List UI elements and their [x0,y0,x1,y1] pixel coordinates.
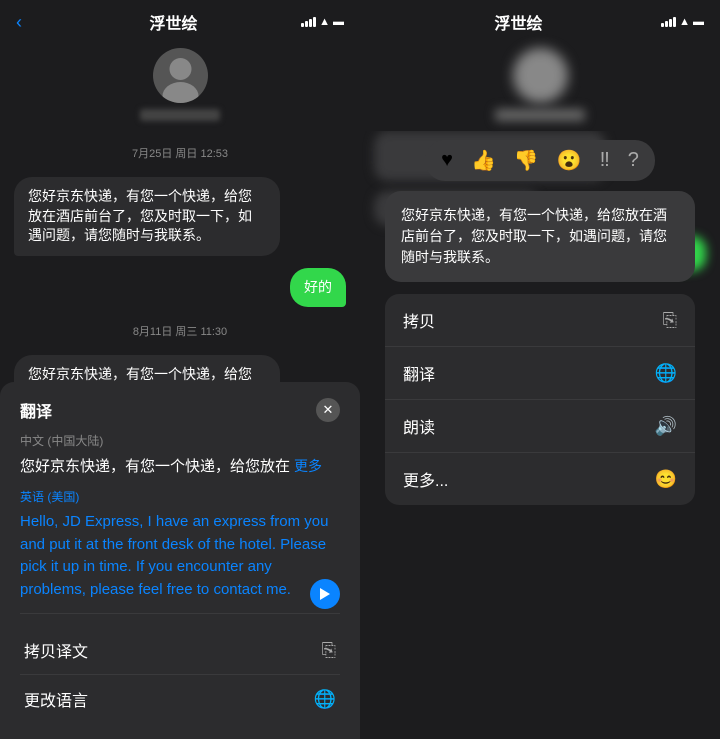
more-link[interactable]: 更多 [294,458,322,474]
react-heart[interactable]: ♥ [441,149,453,172]
timestamp-2: 8月11日 周三 11:30 [14,323,346,339]
back-button[interactable]: ‹ [16,12,46,33]
bottom-menu: 拷贝译文 ⎘ 更改语言 🌐 [20,613,340,723]
left-title: 浮世绘 [46,10,301,34]
avatar [153,48,208,103]
context-overlay: ♥ 👍 👎 😮 ‼ ? 您好京东快递，有您一个快递，给您放在酒店前台了，您及时取… [360,0,720,739]
wifi-icon: ▲ [319,16,330,28]
translate-icon: 🌐 [314,689,336,710]
left-panel: ‹ 浮世绘 ▲ ▬ 7月25日 周日 12:53 您好京东快 [0,0,360,739]
context-menu: 拷贝 ⎘ 翻译 🌐 朗读 🔊 更多... 😊 [385,294,695,505]
message-incoming-1: 您好京东快递，有您一个快递，给您放在酒店前台了，您及时取一下，如遇问题，请您随时… [14,177,280,256]
battery-icon: ▬ [333,16,344,28]
signal-icon [301,17,316,27]
target-language-label: 英语 (美国) [20,488,340,505]
source-text: 您好京东快递，有您一个快递，给您放在更多 [20,455,340,476]
copy-menu-icon: ⎘ [663,310,677,331]
highlighted-message: 您好京东快递，有您一个快递，给您放在酒店前台了，您及时取一下，如遇问题，请您随时… [385,191,695,282]
source-language-label: 中文 (中国大陆) [20,432,340,449]
timestamp-1: 7月25日 周日 12:53 [14,145,346,161]
left-header [0,40,360,131]
copy-translation-button[interactable]: 拷贝译文 ⎘ [20,626,340,675]
left-status-bar: ‹ 浮世绘 ▲ ▬ [0,0,360,40]
speak-menu-icon: 🔊 [655,416,677,437]
translate-menu-item[interactable]: 翻译 🌐 [385,347,695,400]
change-language-button[interactable]: 更改语言 🌐 [20,675,340,723]
more-menu-item[interactable]: 更多... 😊 [385,453,695,505]
reaction-bar: ♥ 👍 👎 😮 ‼ ? [425,140,655,181]
react-exclamation[interactable]: ‼ [600,149,610,172]
translation-panel: 翻译 ✕ 中文 (中国大陆) 您好京东快递，有您一个快递，给您放在更多 英语 (… [0,382,360,739]
message-outgoing-1: 好的 [290,268,346,308]
more-menu-icon: 😊 [655,469,677,490]
close-translation-button[interactable]: ✕ [316,398,340,422]
right-panel: 浮世绘 ▲ ▬ ♥ 👍 👎 😮 ‼ ? [360,0,720,739]
copy-menu-item[interactable]: 拷贝 ⎘ [385,294,695,347]
react-question[interactable]: ? [628,149,639,172]
target-text: Hello, JD Express, I have an express fro… [20,511,340,601]
play-translation-button[interactable] [310,579,340,609]
speak-menu-item[interactable]: 朗读 🔊 [385,400,695,453]
copy-icon: ⎘ [322,640,336,661]
react-thumbsup[interactable]: 👍 [471,148,496,173]
translation-header: 翻译 ✕ [20,398,340,422]
react-thumbsdown[interactable]: 👎 [514,148,539,173]
translate-menu-icon: 🌐 [655,363,677,384]
status-icons: ▲ ▬ [301,16,344,28]
translation-title: 翻译 [20,398,52,422]
react-emoji[interactable]: 😮 [557,148,582,173]
contact-name [140,109,220,121]
